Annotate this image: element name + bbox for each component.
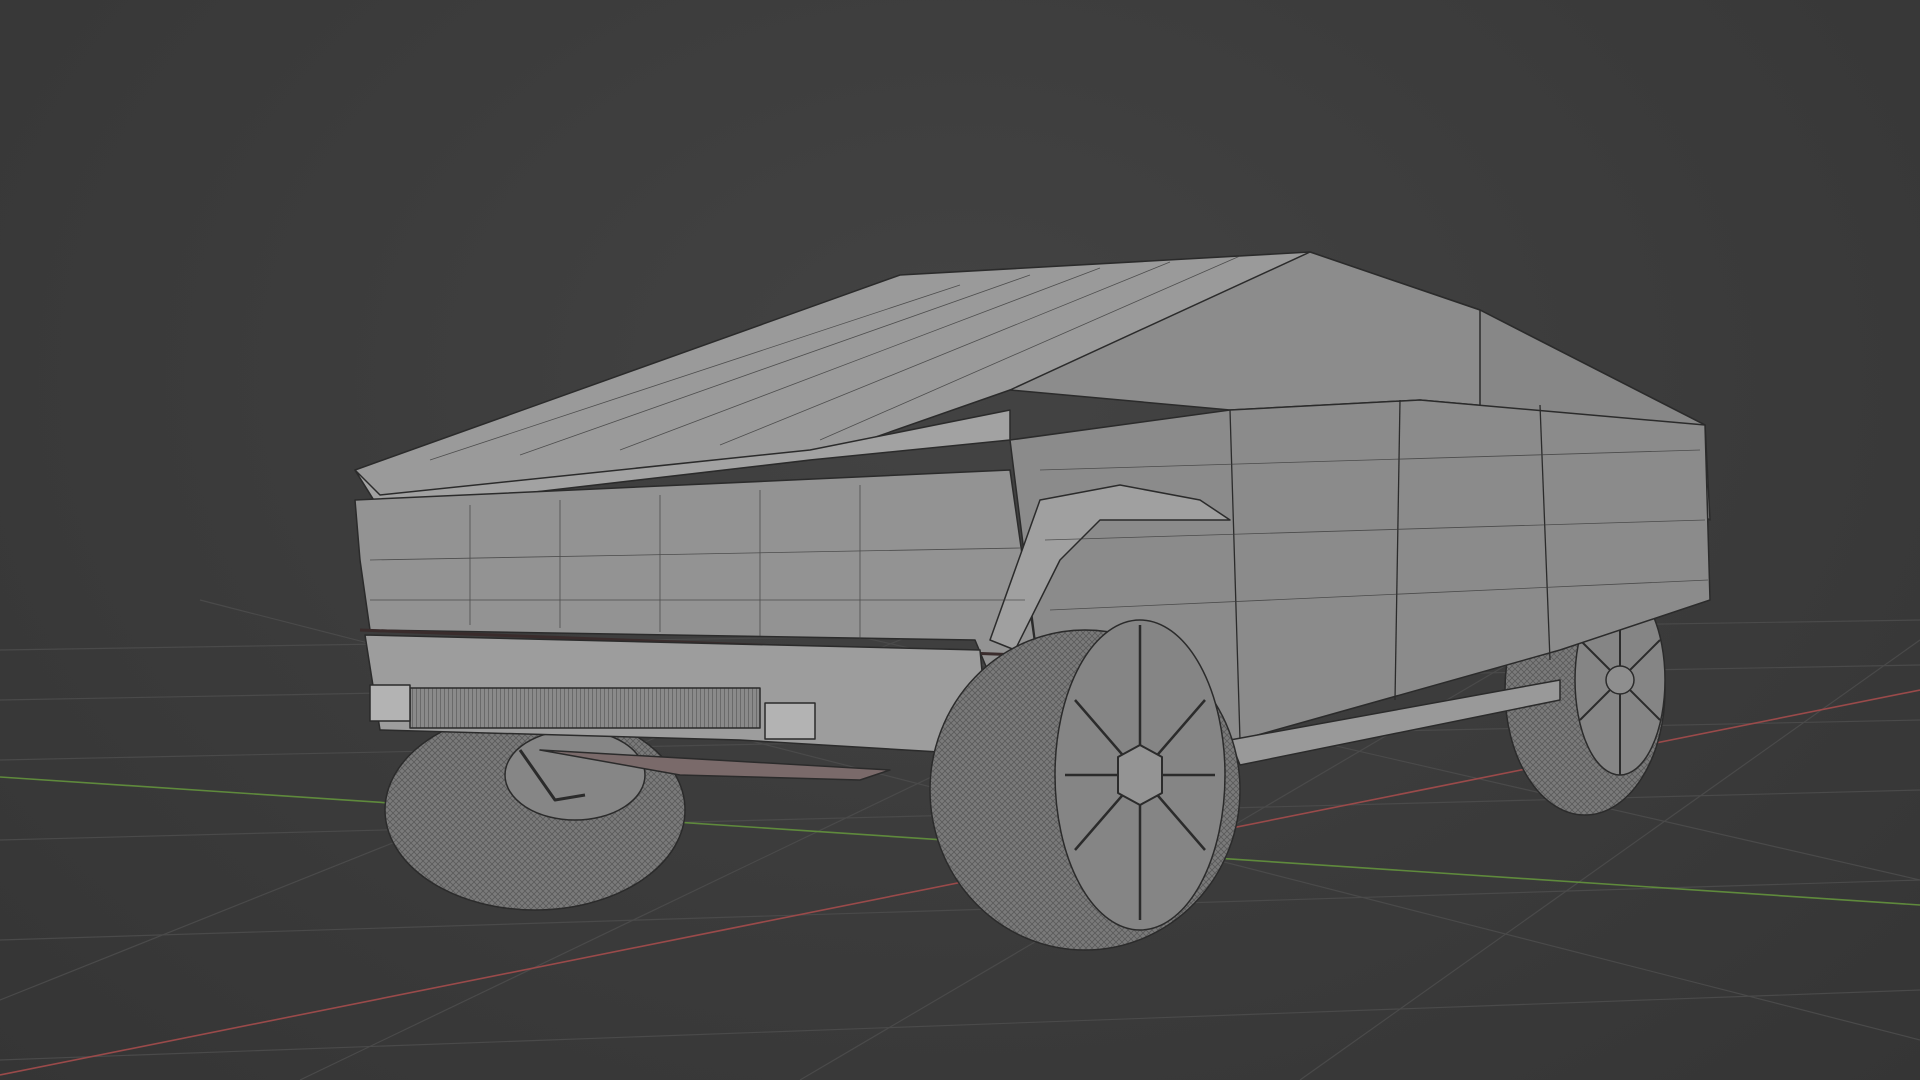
front-left-wheel[interactable]: [384, 709, 686, 911]
wheel-hub: [1117, 744, 1163, 806]
cybertruck-model[interactable]: [354, 251, 1711, 951]
viewport-scene[interactable]: [0, 0, 1920, 1080]
right-fog-light: [764, 702, 816, 740]
left-fog-light: [369, 684, 411, 722]
front-grille: [409, 687, 761, 729]
3d-viewport[interactable]: [0, 0, 1920, 1080]
